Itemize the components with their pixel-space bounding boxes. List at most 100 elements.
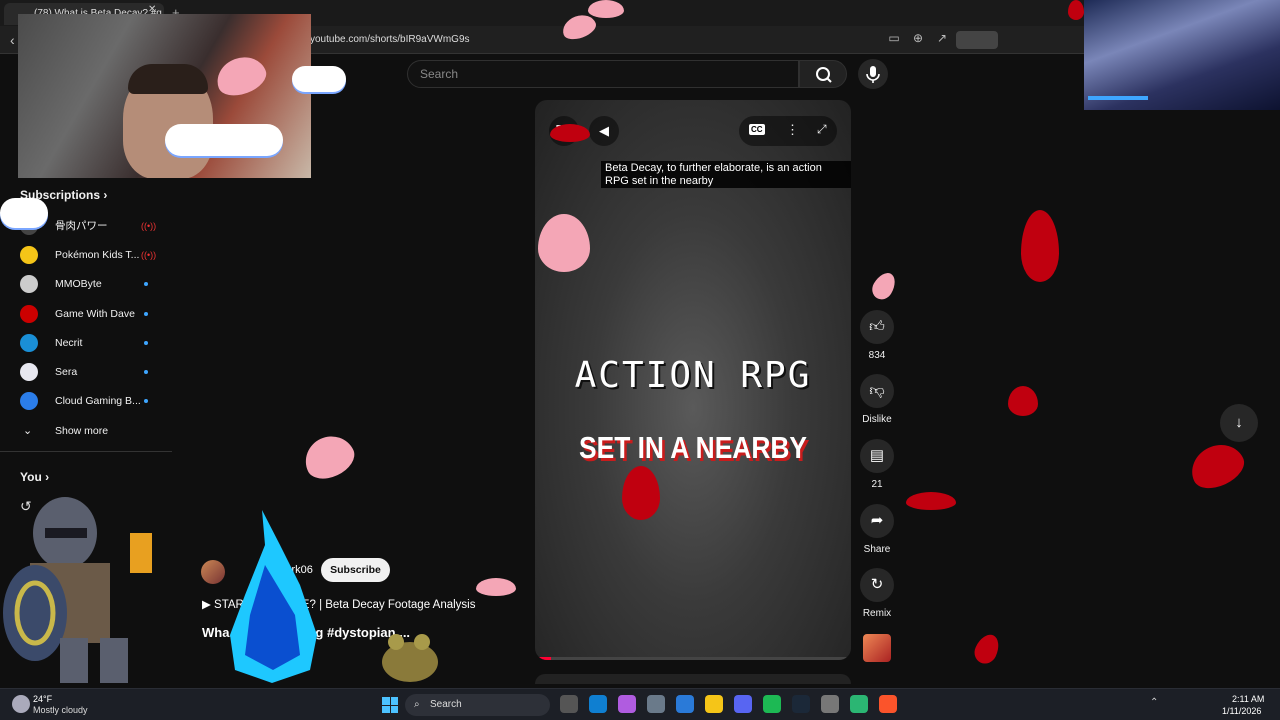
spotify-icon[interactable] (763, 695, 781, 713)
share-icon[interactable]: ↗ (934, 31, 950, 45)
chevron-up-icon[interactable]: ⌃ (1150, 697, 1158, 708)
cloud-sprite (292, 66, 346, 92)
discord-icon[interactable] (734, 695, 752, 713)
edge-icon[interactable] (589, 695, 607, 713)
taskbar-search[interactable]: ⌕ Search (405, 694, 550, 716)
play-icon: ▶ (202, 599, 215, 611)
chevron-right-icon: › (45, 470, 50, 484)
live-icon: ((•)) (141, 250, 157, 260)
show-more-button[interactable]: ⌄ Show more (20, 422, 165, 446)
blue-flame-sprite (230, 510, 317, 683)
streamer-hair (128, 64, 208, 94)
like-button[interactable]: 👍︎ 834 (860, 310, 894, 361)
comments-button[interactable]: ▤ 21 (860, 439, 894, 490)
gameplay-overlay (1084, 0, 1280, 110)
mic-icon (866, 66, 880, 83)
sidebar-item-subscription[interactable]: Cloud Gaming B... (20, 392, 165, 416)
captions-icon[interactable]: CC (749, 124, 765, 135)
caption-text: Beta Decay, to further elaborate, is an … (601, 161, 851, 188)
game-hud-bar (1088, 96, 1148, 100)
avatar (20, 275, 38, 293)
shorts-video-player[interactable]: ❚❚ ◀ CC ⋮ ⤢ Beta Decay, to further elabo… (535, 100, 851, 660)
sidebar-item-label: Game With Dave (55, 308, 135, 320)
share-label: Share (863, 544, 891, 555)
steam-icon[interactable] (792, 695, 810, 713)
thumbs-up-icon: 👍︎ (860, 310, 894, 344)
search-button[interactable] (799, 60, 847, 88)
back-icon[interactable]: ‹ (10, 32, 15, 48)
petal-sprite (1008, 386, 1038, 416)
avatar (20, 246, 38, 264)
store-icon[interactable] (676, 695, 694, 713)
weather-temperature: 24°F (33, 694, 53, 704)
sidebar-item-label: Cloud Gaming B... (55, 395, 141, 407)
petal-sprite (868, 268, 900, 304)
petal-sprite (906, 492, 956, 510)
new-content-dot (144, 282, 148, 286)
video-overlay-text: ACTION RPG (574, 355, 812, 396)
more-options-icon[interactable]: ⋮ (786, 122, 799, 138)
petal-sprite (1068, 0, 1084, 20)
petal-sprite (1184, 436, 1250, 496)
sidebar-item-subscription[interactable]: Game With Dave (20, 305, 165, 329)
petal-sprite (588, 0, 624, 18)
share-button[interactable]: ➦ Share (860, 504, 894, 555)
player-controls: CC ⋮ ⤢ (739, 116, 837, 146)
chevron-down-icon: ⌄ (23, 425, 33, 437)
knight-sprite (3, 497, 152, 683)
sidebar-item-subscription[interactable]: MMOByte (20, 275, 165, 299)
cast-icon[interactable]: ▭ (886, 31, 902, 45)
live-icon: ((•)) (141, 221, 157, 231)
taskbar-apps (560, 695, 897, 713)
video-progress-bar[interactable] (535, 657, 851, 660)
windows-taskbar: 24°F Mostly cloudy ⌕ Search ⌃ 2:11 AM 1/… (0, 688, 1280, 720)
sidebar-item-subscription[interactable]: Necrit (20, 334, 165, 358)
voice-search-button[interactable] (858, 59, 888, 89)
thumbs-down-icon: 👎︎ (860, 374, 894, 408)
copilot-icon[interactable] (618, 695, 636, 713)
subscribe-button[interactable]: Subscribe (321, 558, 390, 582)
windows-start-icon[interactable] (382, 697, 398, 713)
you-heading[interactable]: You › (20, 470, 49, 484)
avatar (20, 334, 38, 352)
clock-date[interactable]: 1/11/2026 (1222, 706, 1261, 716)
sidebar-item-label: 骨肉パワー (55, 220, 108, 232)
extensions-icon[interactable] (956, 31, 998, 49)
avatar (20, 363, 38, 381)
dislike-button[interactable]: 👎︎ Dislike (860, 374, 894, 425)
petal-sprite (550, 124, 590, 142)
android-icon[interactable] (850, 695, 868, 713)
cloud-sprite (165, 124, 283, 156)
remix-label: Remix (862, 608, 892, 619)
sidebar-item-subscription[interactable]: Pokémon Kids T... ((•)) (20, 246, 165, 270)
weather-icon[interactable] (12, 695, 30, 713)
obs-icon[interactable] (821, 695, 839, 713)
like-count: 834 (868, 350, 886, 361)
channel-thumbnail[interactable] (863, 634, 891, 662)
new-content-dot (144, 370, 148, 374)
brave-icon[interactable] (879, 695, 897, 713)
remix-button[interactable]: ↻ Remix (860, 568, 894, 619)
video-overlay-subtext: SET IN A NEARBY (579, 430, 807, 465)
task-view-icon[interactable] (560, 695, 578, 713)
search-icon: ⌕ (414, 699, 420, 710)
explorer-icon[interactable] (705, 695, 723, 713)
new-content-dot (144, 312, 148, 316)
comment-icon: ▤ (860, 439, 894, 473)
settings-icon[interactable] (647, 695, 665, 713)
clock-time[interactable]: 2:11 AM (1232, 694, 1264, 704)
sidebar-item-label: Necrit (55, 337, 83, 349)
chevron-right-icon: › (103, 188, 108, 202)
show-more-label: Show more (55, 425, 109, 437)
search-icon (816, 67, 832, 83)
next-short-preview[interactable] (535, 674, 851, 684)
channel-avatar[interactable] (201, 560, 225, 584)
fullscreen-icon[interactable]: ⤢ (817, 122, 827, 137)
next-short-button[interactable]: ↓ (1220, 404, 1258, 442)
zoom-icon[interactable]: ⊕ (910, 31, 926, 45)
volume-icon[interactable]: ◀ (589, 116, 619, 146)
petal-sprite (297, 428, 361, 486)
search-input[interactable]: Search (407, 60, 799, 88)
share-arrow-icon: ➦ (860, 504, 894, 538)
sidebar-item-subscription[interactable]: Sera (20, 363, 165, 387)
